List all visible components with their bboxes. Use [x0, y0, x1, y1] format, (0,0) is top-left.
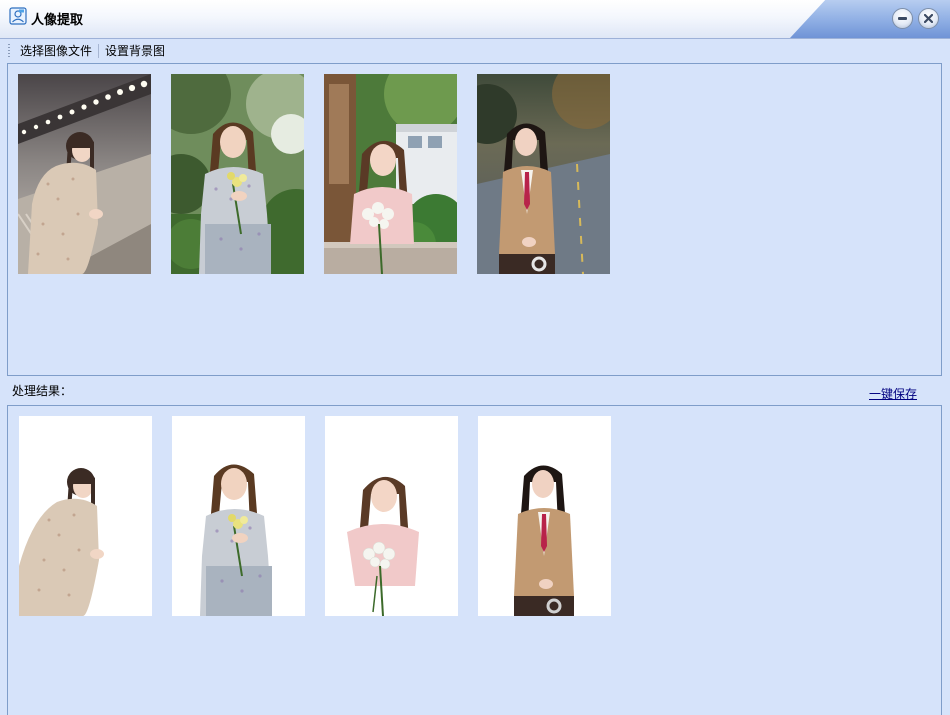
minimize-button[interactable] — [892, 8, 913, 29]
extracted-portrait-3 — [325, 416, 458, 616]
portrait-photo-1 — [18, 74, 151, 274]
results-panel[interactable] — [7, 405, 942, 715]
window-title: 人像提取 — [31, 13, 84, 28]
portrait-photo-4 — [477, 74, 610, 274]
extracted-portrait-2 — [172, 416, 305, 616]
set-background-button[interactable]: 设置背景图 — [102, 42, 168, 59]
source-image-1[interactable] — [18, 74, 151, 274]
title-bar[interactable]: 人像提取 — [0, 0, 950, 39]
result-image-4[interactable] — [478, 416, 611, 616]
portrait-photo-3 — [324, 74, 457, 274]
source-image-4[interactable] — [477, 74, 610, 274]
toolbar: 选择图像文件 设置背景图 — [0, 39, 950, 62]
result-image-2[interactable] — [172, 416, 305, 616]
result-image-1[interactable] — [19, 416, 152, 616]
extracted-portrait-4 — [478, 416, 611, 616]
toolbar-separator — [98, 43, 100, 58]
portrait-app-icon — [9, 7, 27, 25]
close-icon — [924, 14, 933, 23]
portrait-photo-2 — [171, 74, 304, 274]
source-image-2[interactable] — [171, 74, 304, 274]
close-button[interactable] — [918, 8, 939, 29]
source-image-3[interactable] — [324, 74, 457, 274]
source-images-panel[interactable] — [7, 63, 942, 376]
minimize-icon — [898, 17, 907, 20]
toolbar-grip[interactable] — [8, 43, 10, 58]
results-label: 处理结果： — [12, 384, 73, 398]
result-image-3[interactable] — [325, 416, 458, 616]
select-image-button[interactable]: 选择图像文件 — [17, 42, 95, 59]
extracted-portrait-1 — [19, 416, 152, 616]
save-all-link[interactable]: 一键保存 — [869, 385, 917, 402]
